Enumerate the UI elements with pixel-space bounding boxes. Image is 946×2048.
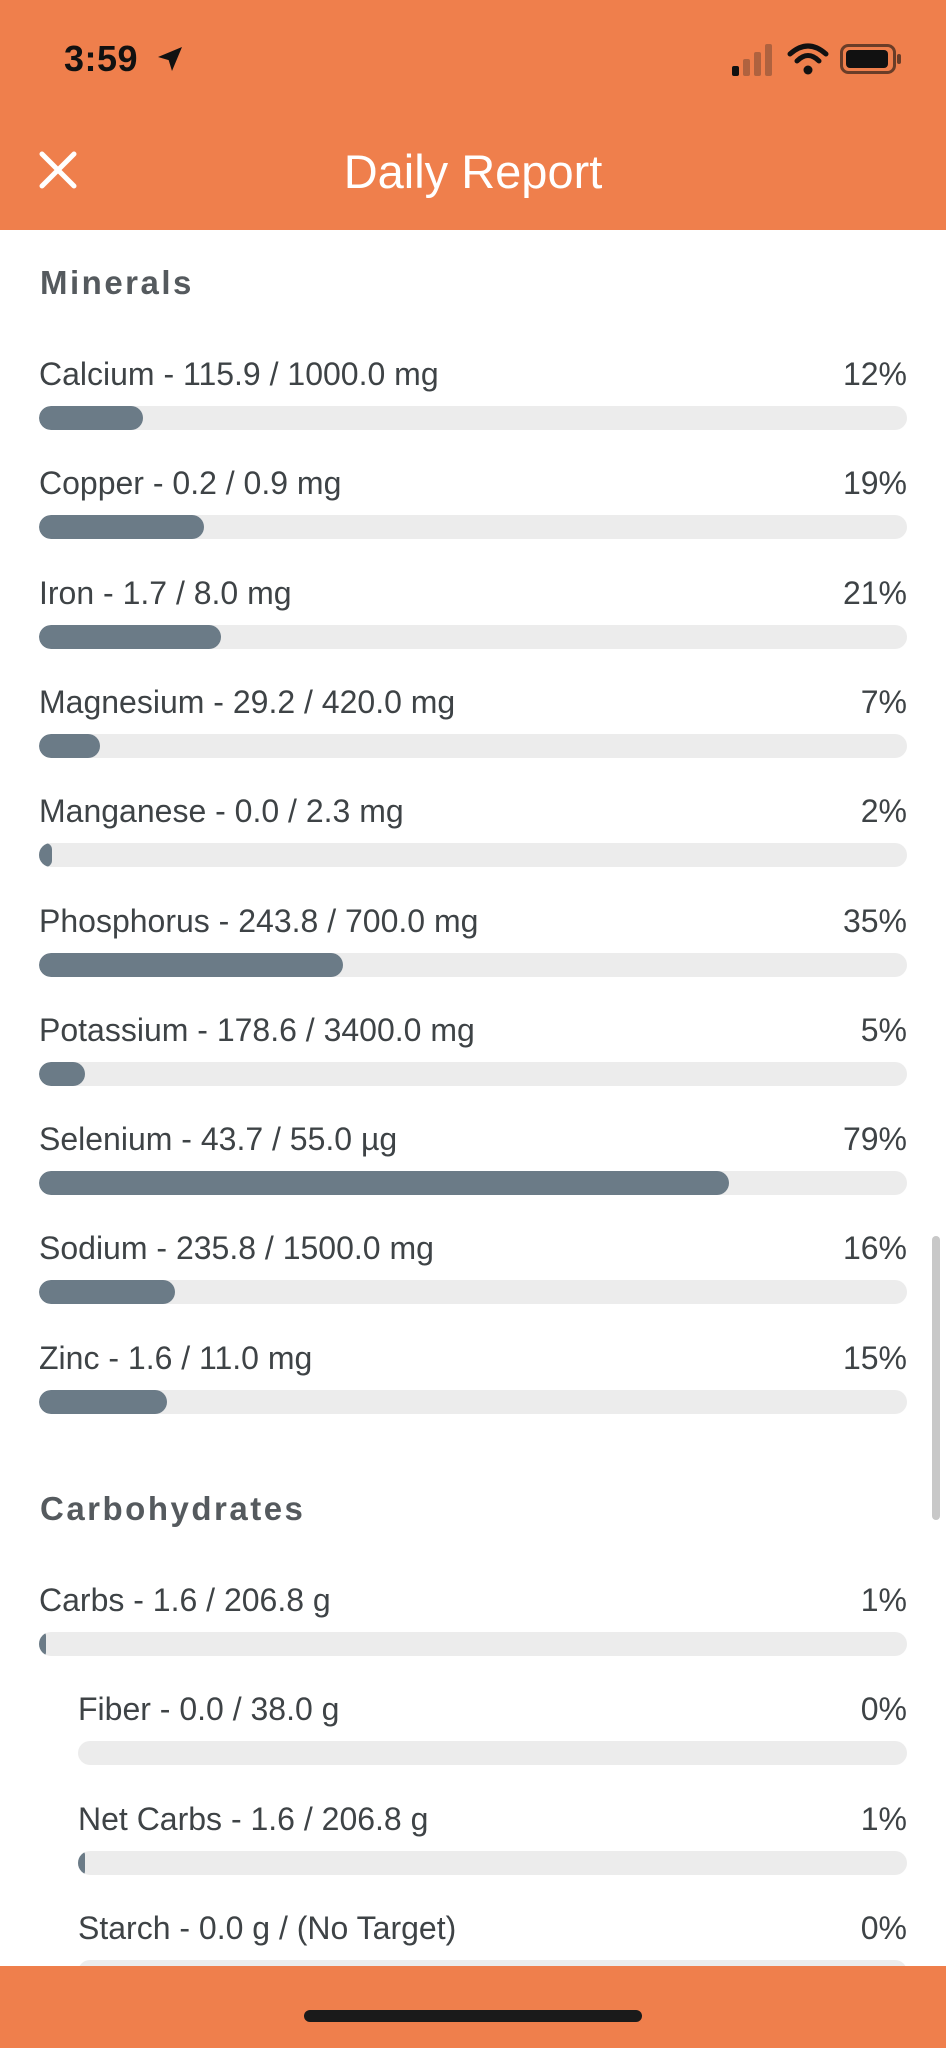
- nutrient-row: Zinc - 1.6 / 11.0 mg 15%: [39, 1340, 907, 1440]
- nutrient-percent: 1%: [860, 1582, 907, 1618]
- progress-track: [39, 515, 907, 540]
- progress-fill: [39, 952, 343, 977]
- nutrient-percent: 1%: [860, 1800, 907, 1837]
- report-content[interactable]: Minerals Calcium - 115.9 / 1000.0 mg 12% C…: [0, 230, 946, 1966]
- section-title-carbohydrates: Carbohydrates: [40, 1490, 306, 1527]
- cellular-signal-icon: [732, 44, 772, 76]
- nutrient-row: Selenium - 43.7 / 55.0 µg 79%: [39, 1121, 907, 1221]
- nutrient-percent: 7%: [860, 683, 907, 720]
- nutrient-label: Potassium - 178.6 / 3400.0 mg: [39, 1011, 475, 1048]
- scrollbar[interactable]: [932, 1236, 940, 1520]
- home-indicator[interactable]: [304, 2010, 642, 2022]
- progress-fill: [78, 1850, 85, 1875]
- page-title: Daily Report: [343, 145, 603, 198]
- location-arrow-icon: [158, 47, 182, 71]
- progress-fill: [39, 1632, 46, 1656]
- nutrient-label: Magnesium - 29.2 / 420.0 mg: [39, 683, 456, 720]
- progress-fill: [39, 406, 144, 430]
- progress-track: [39, 1632, 907, 1656]
- nutrient-percent: 2%: [860, 793, 907, 830]
- nutrient-label: Iron - 1.7 / 8.0 mg: [39, 574, 292, 611]
- nutrient-label: Zinc - 1.6 / 11.0 mg: [39, 1339, 313, 1376]
- app-header: 3:59 Daily Report: [0, 0, 946, 230]
- nutrient-label: Manganese - 0.0 / 2.3 mg: [39, 793, 404, 830]
- nutrient-row: Copper - 0.2 / 0.9 mg 19%: [39, 465, 907, 565]
- nutrient-percent: 79%: [842, 1121, 907, 1158]
- nutrient-percent: 35%: [842, 902, 907, 939]
- nutrient-label: Copper - 0.2 / 0.9 mg: [39, 465, 342, 502]
- progress-track: [39, 1061, 907, 1086]
- nutrient-row: Fiber - 0.0 / 38.0 g 0%: [78, 1691, 907, 1791]
- nutrient-row: Phosphorus - 243.8 / 700.0 mg 35%: [39, 903, 907, 1003]
- wifi-icon: [787, 43, 829, 75]
- nutrient-percent: 19%: [842, 465, 907, 502]
- progress-track: [78, 1741, 907, 1766]
- nutrient-label: Selenium - 43.7 / 55.0 µg: [39, 1121, 398, 1158]
- nutrient-row: Magnesium - 29.2 / 420.0 mg 7%: [39, 684, 907, 784]
- nutrient-row: Carbs - 1.6 / 206.8 g 1%: [39, 1582, 907, 1682]
- nutrient-percent: 16%: [842, 1230, 907, 1267]
- nutrient-row: Starch - 0.0 g / (No Target) 0%: [78, 1910, 907, 1966]
- progress-track: [39, 952, 907, 977]
- progress-track: [39, 406, 907, 430]
- nutrient-percent: 15%: [842, 1339, 907, 1376]
- nutrient-row: Sodium - 235.8 / 1500.0 mg 16%: [39, 1230, 907, 1330]
- progress-fill: [39, 1280, 176, 1305]
- progress-track: [39, 1171, 907, 1196]
- nutrient-percent: 21%: [842, 574, 907, 611]
- nutrient-label: Starch - 0.0 g / (No Target): [78, 1909, 457, 1946]
- footer-bar: [0, 1966, 946, 2048]
- nutrient-row: Calcium - 115.9 / 1000.0 mg 12%: [39, 356, 907, 456]
- nutrient-percent: 12%: [842, 356, 907, 392]
- status-time: 3:59: [64, 38, 139, 79]
- progress-track: [39, 1389, 907, 1414]
- nutrient-label: Net Carbs - 1.6 / 206.8 g: [78, 1800, 429, 1837]
- nutrient-label: Calcium - 115.9 / 1000.0 mg: [39, 356, 439, 392]
- progress-fill: [39, 624, 222, 649]
- nutrient-row: Net Carbs - 1.6 / 206.8 g 1%: [78, 1801, 907, 1901]
- section-title-minerals: Minerals: [40, 264, 194, 301]
- progress-track: [78, 1850, 907, 1875]
- nutrient-row: Potassium - 178.6 / 3400.0 mg 5%: [39, 1012, 907, 1112]
- battery-icon: [840, 44, 901, 74]
- nutrient-label: Sodium - 235.8 / 1500.0 mg: [39, 1230, 434, 1267]
- nutrient-percent: 0%: [860, 1909, 907, 1946]
- nutrient-label: Phosphorus - 243.8 / 700.0 mg: [39, 902, 479, 939]
- progress-track: [39, 843, 907, 868]
- progress-fill: [39, 1389, 168, 1414]
- nutrient-label: Carbs - 1.6 / 206.8 g: [39, 1582, 331, 1618]
- progress-track: [39, 1280, 907, 1305]
- nutrient-row: Manganese - 0.0 / 2.3 mg 2%: [39, 793, 907, 893]
- nutrient-row: Iron - 1.7 / 8.0 mg 21%: [39, 575, 907, 675]
- progress-fill: [39, 843, 53, 868]
- progress-track: [39, 624, 907, 649]
- progress-fill: [39, 1171, 730, 1196]
- progress-fill: [39, 515, 204, 540]
- nutrient-percent: 0%: [860, 1691, 907, 1728]
- nutrient-label: Fiber - 0.0 / 38.0 g: [78, 1691, 340, 1728]
- progress-fill: [39, 733, 100, 758]
- progress-fill: [39, 1061, 85, 1086]
- progress-track: [39, 733, 907, 758]
- nutrient-percent: 5%: [860, 1011, 907, 1048]
